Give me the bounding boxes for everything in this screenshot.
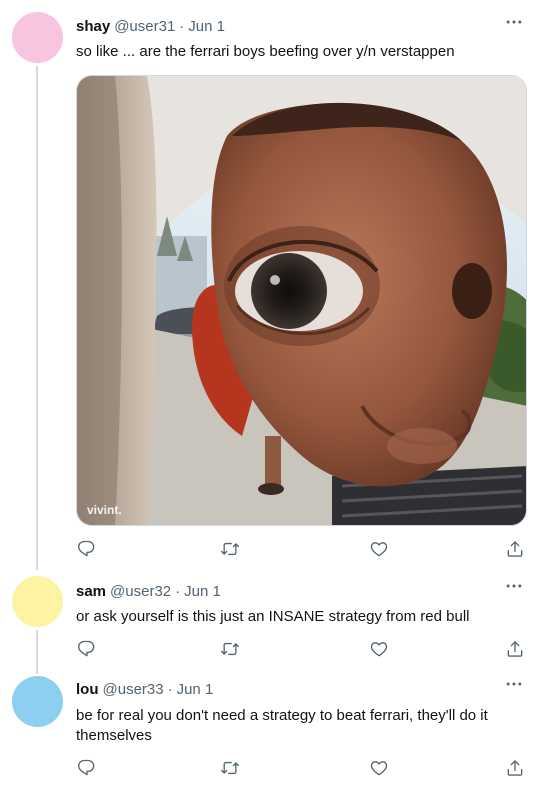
tweet-date[interactable]: Jun 1 [177, 681, 214, 698]
tweet-header: lou @user33 · Jun 1 [76, 679, 213, 699]
share-icon[interactable] [504, 538, 526, 560]
avatar[interactable] [12, 12, 63, 63]
display-name[interactable]: sam [76, 583, 106, 600]
like-icon[interactable] [368, 538, 390, 560]
more-icon[interactable] [504, 674, 524, 694]
reply-icon[interactable] [76, 757, 98, 779]
tweet-text: so like ... are the ferrari boys beefing… [76, 43, 455, 60]
tweet-actions [76, 638, 526, 660]
tweet-text: or ask yourself is this just an INSANE s… [76, 608, 470, 625]
display-name[interactable]: lou [76, 681, 99, 698]
share-icon[interactable] [504, 638, 526, 660]
user-handle[interactable]: @user32 [110, 583, 171, 600]
tweet-sam[interactable]: sam @user32 · Jun 1 or ask yourself is t… [0, 570, 540, 674]
tweet-lou[interactable]: lou @user33 · Jun 1 be for real you don'… [0, 670, 540, 791]
retweet-icon[interactable] [219, 638, 241, 660]
share-icon[interactable] [504, 757, 526, 779]
like-icon[interactable] [368, 638, 390, 660]
avatar[interactable] [12, 576, 63, 627]
separator: · [175, 582, 181, 600]
avatar[interactable] [12, 676, 63, 727]
more-icon[interactable] [504, 12, 524, 32]
tweet-image[interactable]: vivint. [76, 75, 527, 526]
thread-line [36, 630, 38, 674]
more-icon[interactable] [504, 576, 524, 596]
reply-icon[interactable] [76, 538, 98, 560]
reply-icon[interactable] [76, 638, 98, 660]
tweet-shay[interactable]: shay @user31 · Jun 1 so like ... are the… [0, 0, 540, 570]
separator: · [167, 680, 173, 698]
like-icon[interactable] [368, 757, 390, 779]
tweet-date[interactable]: Jun 1 [188, 18, 225, 35]
tweet-header: shay @user31 · Jun 1 [76, 16, 225, 36]
retweet-icon[interactable] [219, 757, 241, 779]
doorbell-photo [77, 76, 526, 525]
display-name[interactable]: shay [76, 18, 110, 35]
user-handle[interactable]: @user33 [103, 681, 164, 698]
tweet-header: sam @user32 · Jun 1 [76, 581, 221, 601]
tweet-date[interactable]: Jun 1 [184, 583, 221, 600]
thread-line [36, 66, 38, 570]
tweet-text: be for real you don't need a strategy to… [76, 707, 488, 744]
media-watermark: vivint. [87, 503, 122, 517]
tweet-actions [76, 757, 526, 779]
user-handle[interactable]: @user31 [114, 18, 175, 35]
retweet-icon[interactable] [219, 538, 241, 560]
separator: · [179, 17, 185, 35]
tweet-actions [76, 538, 526, 560]
